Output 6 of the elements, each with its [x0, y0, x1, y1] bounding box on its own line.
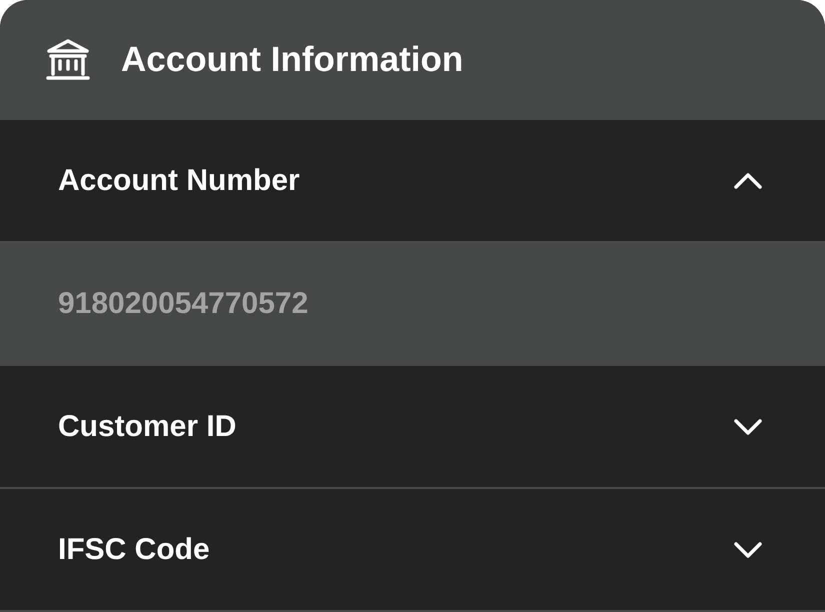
chevron-down-icon	[733, 418, 763, 436]
chevron-down-icon	[733, 540, 763, 558]
account-number-value: 918020054770572	[58, 286, 308, 322]
chevron-up-icon	[733, 172, 763, 190]
card-title: Account Information	[121, 38, 464, 81]
bank-icon	[45, 38, 91, 82]
